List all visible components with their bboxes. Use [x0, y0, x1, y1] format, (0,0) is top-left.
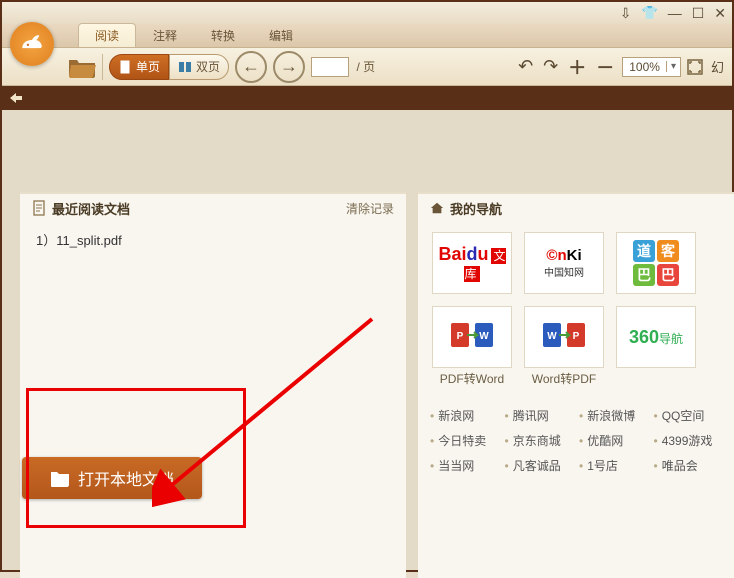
- svg-text:W: W: [479, 331, 489, 342]
- nav-label: PDF转Word: [440, 370, 504, 387]
- recent-list: 1）11_split.pdf: [20, 222, 406, 257]
- open-local-button[interactable]: 打开本地文档: [22, 457, 202, 499]
- nav-tile-doc88[interactable]: 道客 巴巴: [616, 232, 696, 294]
- zoom-in-icon[interactable]: ＋: [566, 54, 588, 80]
- sub-toolbar: [2, 86, 732, 110]
- doc-icon: [32, 200, 46, 216]
- zoom-out-icon[interactable]: －: [594, 54, 616, 80]
- fullscreen-icon[interactable]: [687, 59, 703, 75]
- page-label: / 页: [356, 60, 375, 74]
- redo-icon[interactable]: ↷: [541, 56, 560, 77]
- zoom-controls: ↶ ↷ ＋ － 100% ▾ 幻: [516, 54, 726, 80]
- nav-label: Word转PDF: [532, 370, 596, 387]
- nav-link[interactable]: 凡客诚品: [505, 453, 580, 478]
- nav-panel: 我的导航 Baidu文库 ©nKi中国知网 道客 巴巴: [418, 192, 734, 578]
- nav-forward-button[interactable]: →: [273, 51, 305, 83]
- nav-tile-baidu[interactable]: Baidu文库: [432, 232, 512, 294]
- clear-history-button[interactable]: 清除记录: [346, 200, 394, 217]
- nav-back-button[interactable]: ←: [235, 51, 267, 83]
- recent-panel: 最近阅读文档 清除记录 1）11_split.pdf: [20, 192, 406, 578]
- tab-annotate[interactable]: 注释: [136, 23, 194, 47]
- page-number-input[interactable]: [311, 57, 349, 77]
- nav-tile-360[interactable]: 360导航: [616, 306, 696, 368]
- page-mode-group: 单页 双页: [109, 54, 229, 80]
- nav-link[interactable]: 新浪网: [430, 403, 505, 428]
- chevron-down-icon[interactable]: ▾: [666, 61, 680, 72]
- single-page-button[interactable]: 单页: [109, 54, 169, 80]
- dropdown-icon[interactable]: ⇩: [620, 5, 632, 22]
- nav-tile-word2pdf[interactable]: WP: [524, 306, 604, 368]
- tab-convert[interactable]: 转换: [194, 23, 252, 47]
- nav-tile-pdf2word[interactable]: PW: [432, 306, 512, 368]
- app-logo[interactable]: [10, 22, 54, 66]
- minimize-icon[interactable]: —: [668, 5, 682, 21]
- tab-edit[interactable]: 编辑: [252, 23, 310, 47]
- nav-link[interactable]: 1号店: [579, 453, 654, 478]
- nav-link[interactable]: 4399游戏: [654, 428, 729, 453]
- recent-item[interactable]: 1）11_split.pdf: [36, 230, 390, 249]
- nav-link[interactable]: 当当网: [430, 453, 505, 478]
- main-canvas: 最近阅读文档 清除记录 1）11_split.pdf 我的导航 Baidu文库 …: [2, 110, 732, 570]
- svg-text:P: P: [573, 331, 580, 342]
- skin-icon[interactable]: 👕: [642, 5, 658, 21]
- zoom-value: 100%: [623, 60, 666, 74]
- nav-link[interactable]: 腾讯网: [505, 403, 580, 428]
- nav-link[interactable]: 今日特卖: [430, 428, 505, 453]
- maximize-icon[interactable]: ☐: [692, 5, 705, 22]
- svg-text:W: W: [547, 331, 557, 342]
- undo-icon[interactable]: ↶: [516, 56, 535, 77]
- open-folder-icon[interactable]: [68, 56, 96, 78]
- nav-link[interactable]: QQ空间: [654, 403, 729, 428]
- single-page-icon: [118, 60, 132, 74]
- toolbar: 单页 双页 ← → / 页 ↶ ↷ ＋ － 100% ▾ 幻: [2, 48, 732, 86]
- svg-text:P: P: [457, 331, 464, 342]
- back-arrow-icon[interactable]: [8, 91, 24, 105]
- nav-link[interactable]: 优酷网: [579, 428, 654, 453]
- nav-tile-cnki[interactable]: ©nKi中国知网: [524, 232, 604, 294]
- nav-link[interactable]: 新浪微博: [579, 403, 654, 428]
- double-page-icon: [178, 60, 192, 74]
- close-icon[interactable]: ✕: [714, 5, 726, 22]
- window-controls: ⇩ 👕 — ☐ ✕: [2, 2, 732, 24]
- nav-links: 新浪网 腾讯网 新浪微博 QQ空间 今日特卖 京东商城 优酷网 4399游戏 当…: [418, 397, 734, 484]
- double-page-button[interactable]: 双页: [169, 54, 229, 80]
- zoom-select[interactable]: 100% ▾: [622, 57, 681, 77]
- nav-tiles: Baidu文库 ©nKi中国知网 道客 巴巴 PW PDF转Word: [418, 222, 734, 397]
- nav-link[interactable]: 京东商城: [505, 428, 580, 453]
- slideshow-icon[interactable]: 幻: [709, 57, 726, 76]
- tab-read[interactable]: 阅读: [78, 23, 136, 47]
- main-tabs: 阅读 注释 转换 编辑: [2, 24, 732, 48]
- nav-link[interactable]: 唯品会: [654, 453, 729, 478]
- nav-title: 我的导航: [450, 199, 502, 218]
- recent-title: 最近阅读文档: [52, 199, 130, 218]
- page-number-group: / 页: [311, 57, 375, 77]
- folder-icon: [50, 469, 70, 487]
- home-icon: [430, 200, 444, 216]
